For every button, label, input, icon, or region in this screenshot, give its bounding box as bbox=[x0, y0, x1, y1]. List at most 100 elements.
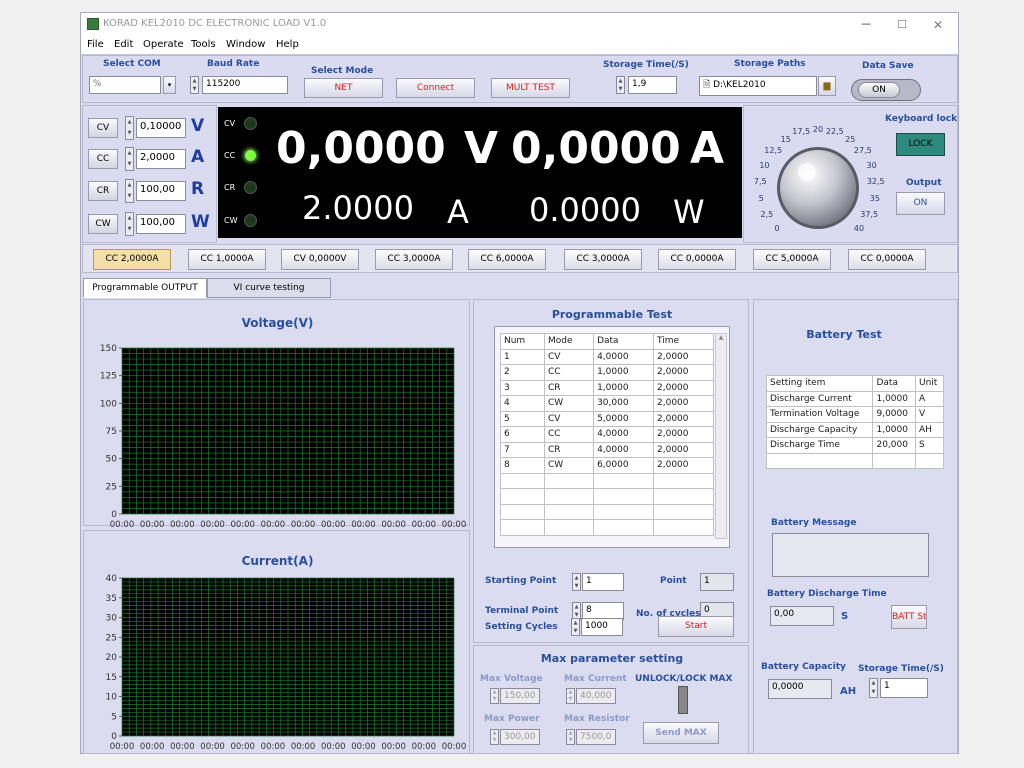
cw-led-indicator bbox=[244, 214, 257, 227]
cv-value-input[interactable]: 0,10000 bbox=[136, 118, 186, 138]
cv-spinner-icon[interactable]: ▲ ▼ bbox=[125, 116, 134, 140]
maximize-button[interactable]: ☐ bbox=[887, 15, 917, 35]
y-tick-label: 75 bbox=[106, 427, 117, 437]
menu-operate[interactable]: Operate bbox=[143, 39, 184, 50]
table-row[interactable]: Discharge Current 1,0000 A bbox=[765, 390, 944, 407]
table-row[interactable] bbox=[765, 452, 944, 469]
table-row[interactable]: 2 CC 1,0000 2,0000 bbox=[500, 364, 714, 381]
discharge-time-value: 0,00 bbox=[770, 606, 834, 626]
connection-bar: Select COM % ▾ Baud Rate ▲ ▼ 115200 Selec… bbox=[82, 55, 958, 103]
cw-spinner-icon[interactable]: ▲ ▼ bbox=[125, 212, 134, 236]
table-row[interactable] bbox=[500, 488, 714, 505]
table-row[interactable]: 8 CW 6,0000 2,0000 bbox=[500, 457, 714, 474]
minimize-button[interactable]: ─ bbox=[851, 15, 881, 35]
table-row[interactable] bbox=[500, 519, 714, 536]
knob-scale-label: 30 bbox=[866, 160, 877, 170]
close-button[interactable]: ✕ bbox=[923, 15, 953, 35]
table-cell: 2 bbox=[500, 364, 545, 381]
storage-path-input[interactable]: 🗎 D:\KEL2010 bbox=[699, 76, 817, 96]
cr-mode-button[interactable]: CR bbox=[88, 181, 118, 201]
y-tick-label: 25 bbox=[106, 633, 117, 643]
y-tick-label: 150 bbox=[100, 344, 117, 354]
send-max-button[interactable]: Send MAX bbox=[643, 722, 719, 744]
cc-mode-button[interactable]: CC bbox=[88, 149, 118, 169]
starting-point-input[interactable]: 1 bbox=[582, 573, 624, 591]
menu-edit[interactable]: Edit bbox=[114, 39, 133, 50]
cc-spinner-icon[interactable]: ▲ ▼ bbox=[125, 147, 134, 171]
preset-button[interactable]: CC 6,0000A bbox=[468, 249, 546, 270]
voltage-readout: 0,0000 bbox=[276, 123, 446, 174]
preset-button[interactable]: CC 0,0000A bbox=[848, 249, 926, 270]
table-row[interactable]: Termination Voltage 9,0000 V bbox=[765, 406, 944, 423]
y-tick-label: 125 bbox=[100, 372, 117, 382]
preset-button[interactable]: CC 2,0000A bbox=[93, 249, 171, 270]
app-window: KORAD KEL2010 DC ELECTRONIC LOAD V1.0 ─ … bbox=[80, 12, 959, 754]
lock-button[interactable]: LOCK bbox=[896, 133, 945, 156]
cv-mode-button[interactable]: CV bbox=[88, 118, 118, 138]
x-tick-label: 00:00 bbox=[291, 742, 316, 752]
connect-button[interactable]: Connect bbox=[396, 78, 475, 98]
net-button[interactable]: NET bbox=[304, 78, 383, 98]
knob-scale-label: 37,5 bbox=[860, 210, 879, 220]
setting-cycles-spinner-icon[interactable]: ▲ ▼ bbox=[571, 618, 580, 636]
table-cell: 4,0000 bbox=[593, 348, 655, 365]
storage-time-spinner-icon[interactable]: ▲ ▼ bbox=[616, 76, 625, 94]
menu-window[interactable]: Window bbox=[226, 39, 265, 50]
preset-button[interactable]: CC 5,0000A bbox=[753, 249, 831, 270]
starting-point-spinner-icon[interactable]: ▲ ▼ bbox=[572, 573, 581, 591]
tab-vi-curve-testing[interactable]: VI curve testing bbox=[207, 278, 331, 298]
menu-help[interactable]: Help bbox=[276, 39, 299, 50]
start-button[interactable]: Start bbox=[658, 616, 734, 637]
cr-spinner-icon[interactable]: ▲ ▼ bbox=[125, 179, 134, 203]
baud-rate-input[interactable]: 115200 bbox=[202, 76, 288, 94]
scroll-up-icon[interactable]: ▲ bbox=[716, 334, 726, 341]
preset-button[interactable]: CC 3,0000A bbox=[564, 249, 642, 270]
cw-value-input[interactable]: 100,00 bbox=[136, 214, 186, 234]
adjust-knob[interactable]: 0 2,5 5 7,5 10 12,5 15 17,5 20 22,5 25 27,5 30 32,5 35… bbox=[749, 106, 885, 242]
table-row[interactable]: 4 CW 30,000 2,0000 bbox=[500, 395, 714, 412]
baud-spinner-icon[interactable]: ▲ ▼ bbox=[190, 76, 199, 94]
battery-storage-time-input[interactable]: 1 bbox=[880, 678, 928, 698]
table-row[interactable]: Discharge Capacity 1,0000 AH bbox=[765, 421, 944, 438]
cw-mode-button[interactable]: CW bbox=[88, 214, 118, 234]
preset-button[interactable]: CC 1,0000A bbox=[188, 249, 266, 270]
menu-tools[interactable]: Tools bbox=[191, 39, 216, 50]
output-toggle-button[interactable]: ON bbox=[896, 192, 945, 215]
cw-unit-label: W bbox=[191, 212, 210, 232]
mult-test-button[interactable]: MULT TEST bbox=[491, 78, 570, 98]
table-row[interactable] bbox=[500, 503, 714, 520]
max-voltage-input: 150,00 bbox=[500, 688, 540, 704]
table-row[interactable]: 6 CC 4,0000 2,0000 bbox=[500, 426, 714, 443]
preset-button[interactable]: CV 0,0000V bbox=[281, 249, 359, 270]
unlock-lock-switch[interactable] bbox=[678, 686, 688, 714]
preset-button[interactable]: CC 0,0000A bbox=[658, 249, 736, 270]
table-row[interactable]: 3 CR 1,0000 2,0000 bbox=[500, 379, 714, 396]
com-dropdown-icon[interactable]: ▾ bbox=[163, 76, 176, 94]
table-row[interactable]: 5 CV 5,0000 2,0000 bbox=[500, 410, 714, 427]
cw-led-label: CW bbox=[224, 216, 238, 225]
baud-rate-label: Baud Rate bbox=[207, 59, 260, 69]
table-row[interactable]: Discharge Time 20,000 S bbox=[765, 437, 944, 454]
setting-cycles-input[interactable]: 1000 bbox=[581, 618, 623, 636]
menu-file[interactable]: File bbox=[87, 39, 104, 50]
max-power-spinner-icon: ▲ ▼ bbox=[490, 729, 499, 745]
data-save-toggle[interactable]: ON bbox=[851, 79, 921, 101]
table-scrollbar[interactable]: ▲ bbox=[715, 333, 727, 539]
max-current-label: Max Current bbox=[564, 674, 627, 684]
cc-value-input[interactable]: 2,0000 bbox=[136, 149, 186, 169]
folder-browse-icon[interactable]: ▆ bbox=[818, 76, 836, 96]
batt-start-button[interactable]: BATT Start bbox=[891, 605, 927, 629]
programmable-test-panel: Programmable Test Num Mode Data Time 1 CV 4,0… bbox=[473, 299, 749, 643]
table-row[interactable] bbox=[500, 472, 714, 489]
table-row[interactable]: 1 CV 4,0000 2,0000 bbox=[500, 348, 714, 365]
storage-time-input[interactable]: 1,9 bbox=[628, 76, 677, 94]
preset-button[interactable]: CC 3,0000A bbox=[375, 249, 453, 270]
knob-scale-label: 5 bbox=[758, 194, 764, 204]
knob-panel: 0 2,5 5 7,5 10 12,5 15 17,5 20 22,5 25 27,5 30 32,5 35… bbox=[743, 105, 958, 243]
table-row[interactable]: 7 CR 4,0000 2,0000 bbox=[500, 441, 714, 458]
cr-value-input[interactable]: 100,00 bbox=[136, 181, 186, 201]
tab-programmable-output[interactable]: Programmable OUTPUT bbox=[83, 278, 207, 298]
starting-point-label: Starting Point bbox=[485, 576, 557, 586]
com-select[interactable]: % bbox=[89, 76, 161, 94]
battery-storage-time-spinner-icon[interactable]: ▲ ▼ bbox=[869, 678, 878, 698]
